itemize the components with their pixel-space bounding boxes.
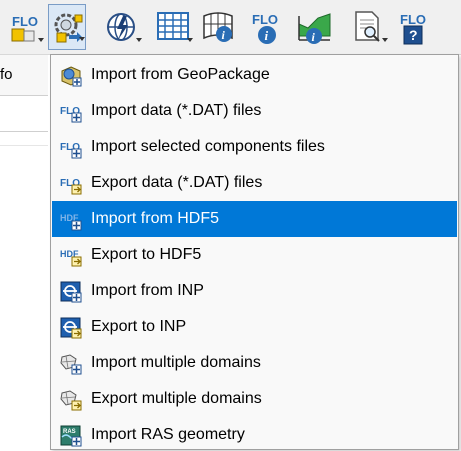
globe-tools-button[interactable] xyxy=(104,4,142,50)
menu-item-label: Export data (*.DAT) files xyxy=(91,174,263,191)
chevron-down-icon xyxy=(382,38,388,42)
flo2d-help-icon: FLO ? xyxy=(400,12,426,45)
main-toolbar: FLO i FLO i i FLO ? xyxy=(0,0,461,55)
svg-text:RAS: RAS xyxy=(63,429,76,435)
menu-item-label: Import RAS geometry xyxy=(91,426,245,443)
menu-item-label: Import selected components files xyxy=(91,138,325,155)
import-export-menu: Import from GeoPackage FLO Import data (… xyxy=(50,54,459,450)
menu-item-import-hdf5[interactable]: HDF Import from HDF5 xyxy=(52,201,457,237)
svg-text:FLO: FLO xyxy=(252,12,278,27)
import-export-button[interactable] xyxy=(48,4,86,50)
svg-text:FLO: FLO xyxy=(12,14,38,29)
divider xyxy=(0,131,48,132)
svg-text:i: i xyxy=(265,28,269,43)
left-panel-tab[interactable]: fo xyxy=(0,55,48,96)
flo2d-export-dat-icon: FLO xyxy=(60,178,82,195)
menu-item-label: Import from GeoPackage xyxy=(91,66,270,83)
inp-export-icon xyxy=(60,317,82,339)
menu-item-label: Export to INP xyxy=(91,318,187,335)
flo2d-tools-button[interactable]: FLO xyxy=(6,4,44,50)
menu-item-import-dat[interactable]: FLO Import data (*.DAT) files xyxy=(52,93,457,129)
profile-info-icon: i xyxy=(298,13,331,44)
multiple-domains-export-icon xyxy=(60,390,82,411)
menu-item-import-inp[interactable]: Import from INP xyxy=(52,273,457,309)
profile-info-button[interactable]: i xyxy=(296,4,334,50)
import-export-gear-icon xyxy=(54,13,83,43)
grid-table-button[interactable] xyxy=(155,4,193,50)
menu-item-label: Import from INP xyxy=(91,282,204,299)
chevron-down-icon xyxy=(136,38,142,42)
hdf5-export-icon: HDF xyxy=(60,249,82,267)
menu-item-import-selected-components[interactable]: FLO Import selected components files xyxy=(52,129,457,165)
grid-info-icon: i xyxy=(203,12,233,42)
grid-table-icon xyxy=(157,12,189,40)
menu-item-export-inp[interactable]: Export to INP xyxy=(52,309,457,345)
document-search-button[interactable] xyxy=(350,4,388,50)
geopackage-import-icon xyxy=(61,66,82,87)
menu-item-import-geopackage[interactable]: Import from GeoPackage xyxy=(52,57,457,93)
menu-item-label: Import data (*.DAT) files xyxy=(91,102,262,119)
left-panel-tab-label: fo xyxy=(0,66,13,83)
grid-info-button[interactable]: i xyxy=(200,4,238,50)
chevron-down-icon xyxy=(79,37,85,41)
menu-item-label: Export multiple domains xyxy=(91,390,262,407)
menu-item-label: Export to HDF5 xyxy=(91,246,202,263)
menu-item-export-hdf5[interactable]: HDF Export to HDF5 xyxy=(52,237,457,273)
menu-item-label: Import multiple domains xyxy=(91,354,261,371)
ras-geometry-import-icon: RAS xyxy=(60,425,82,447)
divider xyxy=(0,145,48,146)
left-panel: fo xyxy=(0,55,48,451)
menu-item-import-ras-geometry[interactable]: RAS Import RAS geometry xyxy=(52,417,457,451)
multiple-domains-import-icon xyxy=(60,354,82,375)
svg-text:FLO: FLO xyxy=(400,12,426,27)
menu-item-label: Import from HDF5 xyxy=(91,210,220,227)
flo2d-help-button[interactable]: FLO ? xyxy=(396,4,434,50)
menu-item-export-dat[interactable]: FLO Export data (*.DAT) files xyxy=(52,165,457,201)
chevron-down-icon xyxy=(38,38,44,42)
chevron-down-icon xyxy=(187,38,193,42)
flo2d-yellow-icon: FLO xyxy=(11,14,38,42)
menu-item-export-multiple-domains[interactable]: Export multiple domains xyxy=(52,381,457,417)
document-search-icon xyxy=(355,11,380,42)
flo2d-import-dat-icon: FLO xyxy=(60,106,82,123)
globe-lightning-icon xyxy=(107,13,135,41)
hdf5-import-icon: HDF xyxy=(60,213,82,231)
menu-item-import-multiple-domains[interactable]: Import multiple domains xyxy=(52,345,457,381)
application-window: FLO i FLO i i FLO ? fo Import from GeoPa… xyxy=(0,0,461,451)
inp-import-icon xyxy=(60,281,82,303)
flo2d-info-icon: FLO i xyxy=(252,12,278,44)
flo2d-import-selected-icon: FLO xyxy=(60,142,82,159)
svg-text:?: ? xyxy=(409,27,418,43)
flo2d-info-button[interactable]: FLO i xyxy=(248,4,286,50)
